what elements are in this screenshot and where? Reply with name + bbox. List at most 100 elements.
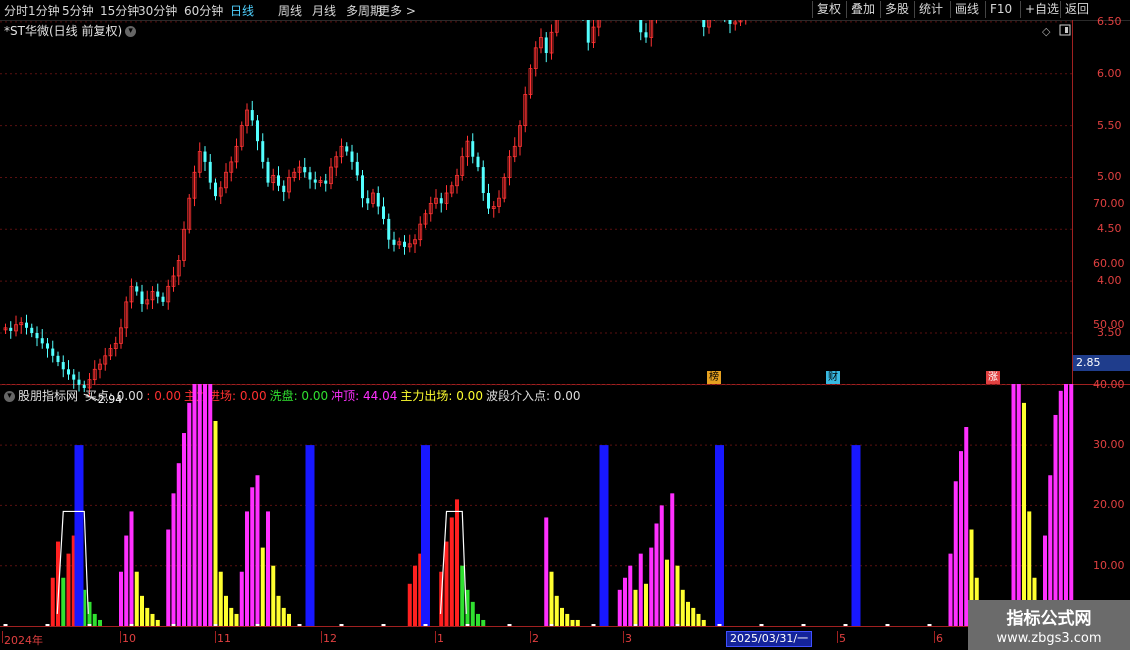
indicator-bar (61, 577, 66, 626)
candle-body (403, 241, 406, 247)
indicator-bar (570, 619, 575, 626)
toolbar-button[interactable]: F10 (985, 1, 1016, 18)
toolbar-button[interactable]: 返回 (1060, 1, 1093, 18)
indicator-bar (701, 619, 706, 626)
candle-body (392, 239, 396, 245)
indicator-bar (50, 577, 55, 626)
indicator-bar (633, 589, 638, 626)
indicator-bar (140, 595, 144, 626)
indicator-bar (575, 619, 580, 626)
indicator-bar (654, 523, 659, 626)
time-axis-tick (2, 631, 3, 643)
candle-body (586, 20, 590, 43)
time-axis-label: 5 (839, 632, 846, 645)
candle-body (303, 167, 307, 173)
candle-body (350, 151, 354, 162)
price-chart[interactable]: 9.202.94◇ (0, 20, 1130, 404)
indicator-bar (155, 619, 160, 626)
period-tab[interactable]: 30分钟 (138, 2, 177, 19)
price-axis-tick: 6.50 (1097, 14, 1122, 28)
period-tab[interactable]: 5分钟 (62, 2, 94, 19)
toolbar-button[interactable]: 画线 (950, 1, 983, 18)
candle-body (313, 179, 317, 183)
indicator-axis-tick: 20.00 (1093, 498, 1125, 512)
indicator-axis-tick: 30.00 (1093, 438, 1125, 452)
candle-body (639, 20, 643, 33)
toolbar-button[interactable]: 统计 (914, 1, 947, 18)
indicator-bar (213, 420, 218, 626)
toolbar-button[interactable]: 多股 (880, 1, 913, 18)
period-tab[interactable]: 月线 (312, 2, 336, 19)
price-axis-tick: 5.00 (1097, 170, 1122, 184)
period-tab[interactable]: 15分钟 (100, 2, 139, 19)
period-tab[interactable]: 日线 (230, 2, 254, 19)
candle-body (30, 327, 34, 333)
period-tab[interactable]: 更多 > (378, 2, 416, 19)
indicator-bar (74, 445, 84, 626)
candle-body (214, 182, 217, 197)
indicator-bar (715, 445, 724, 626)
candle-body (544, 37, 548, 54)
indicator-bar (1069, 384, 1074, 626)
period-tab[interactable]: 周线 (278, 2, 302, 19)
time-axis-label: 2024年 (4, 634, 43, 647)
event-tag-limit-up[interactable]: 涨 (986, 371, 1000, 384)
candle-body (9, 327, 13, 331)
indicator-bar (1011, 384, 1016, 626)
indicator-bar (176, 463, 181, 626)
indicator-bar (665, 559, 669, 626)
indicator-bar (166, 529, 171, 626)
period-tab[interactable]: 1分钟 (28, 2, 60, 19)
indicator-baseline-tick (255, 624, 260, 626)
indicator-bar (182, 433, 186, 626)
time-axis-tick (530, 631, 531, 643)
diamond-icon[interactable]: ◇ (1042, 25, 1051, 38)
period-tab[interactable]: 60分钟 (184, 2, 223, 19)
indicator-baseline-tick (885, 624, 890, 626)
candle-body (161, 296, 165, 302)
time-axis-label: 1 (437, 632, 444, 645)
indicator-bar (239, 571, 244, 626)
period-tab[interactable]: 多周期 (346, 2, 382, 19)
candle-body (208, 161, 212, 183)
indicator-bar (649, 547, 654, 626)
price-axis-tick: 5.50 (1097, 118, 1122, 132)
indicator-bar (953, 481, 958, 626)
time-axis-label: 12 (323, 632, 337, 645)
indicator-bar (134, 571, 139, 626)
price-axis-tick: 4.00 (1097, 274, 1122, 288)
indicator-baseline-tick (465, 624, 470, 626)
indicator-bar (208, 384, 213, 626)
candle-body (61, 362, 65, 370)
watermark-title: 指标公式网 (1006, 609, 1092, 629)
indicator-bar (260, 547, 265, 626)
event-tag-list[interactable]: 榜 (707, 371, 721, 384)
candle-body (345, 146, 349, 152)
toolbar-button[interactable]: 复权 (812, 1, 845, 18)
indicator-baseline-tick (3, 624, 8, 626)
time-axis-tick (934, 631, 935, 643)
indicator-bar (255, 475, 260, 626)
period-tab[interactable]: 分时 (4, 2, 28, 19)
indicator-bar (150, 613, 155, 626)
indicator-bar (98, 619, 102, 626)
toolbar-button[interactable]: +自选 (1020, 1, 1063, 18)
indicator-baseline-tick (843, 624, 848, 626)
time-axis-label: 3 (625, 632, 632, 645)
indicator-axis-tick: 10.00 (1093, 558, 1125, 572)
toolbar-button[interactable]: 叠加 (846, 1, 879, 18)
candle-body (56, 355, 60, 363)
indicator-chart[interactable] (0, 384, 1130, 630)
indicator-bar (455, 499, 459, 626)
indicator-bar (659, 505, 664, 626)
indicator-bar (250, 487, 255, 626)
time-axis-tick (321, 631, 322, 643)
event-tag-finance[interactable]: 财 (826, 371, 840, 384)
candle-body (156, 291, 160, 297)
indicator-axis-tick: 70.00 (1093, 196, 1125, 210)
time-axis-tick (120, 631, 121, 643)
indicator-bar (203, 384, 207, 626)
time-axis-tick (623, 631, 624, 643)
indicator-bar (1053, 414, 1058, 626)
indicator-bar (224, 595, 228, 626)
